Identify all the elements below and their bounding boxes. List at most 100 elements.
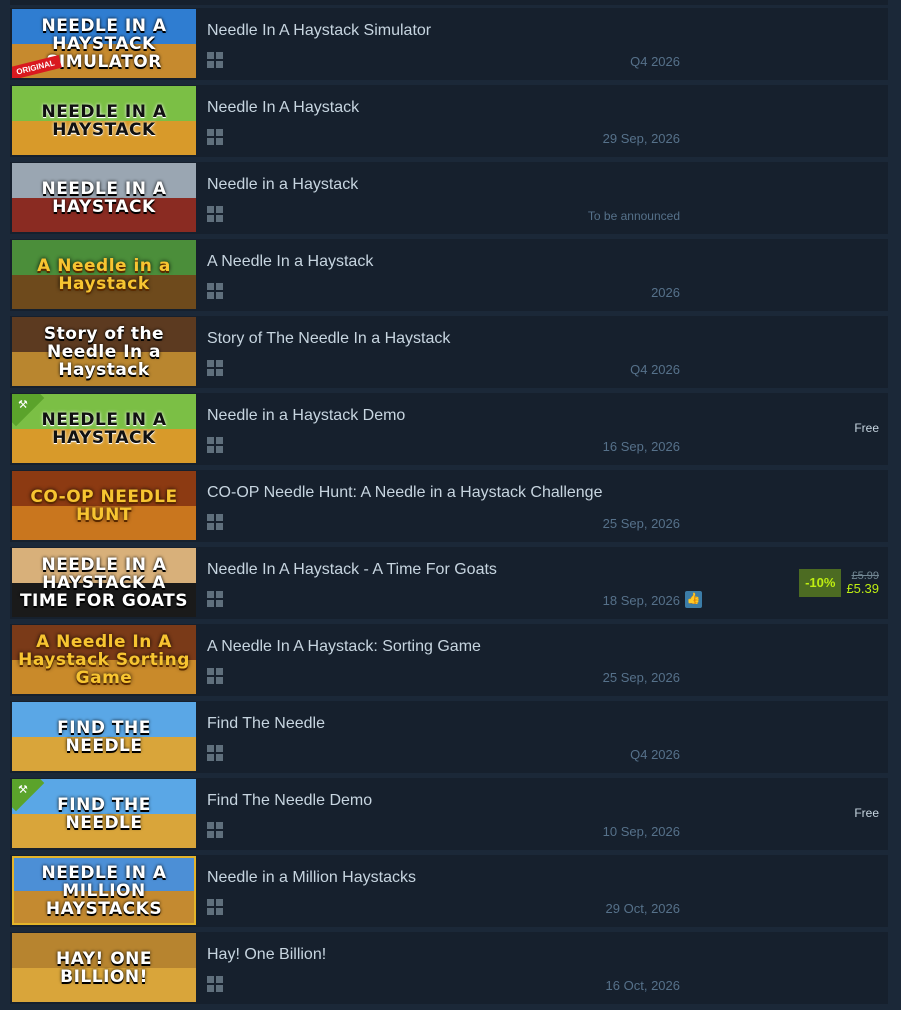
game-capsule-image: A Needle in a Haystack bbox=[12, 240, 196, 309]
game-capsule-image: NEEDLE IN A HAYSTACK bbox=[12, 163, 196, 232]
game-capsule-image: FIND THE NEEDLE ⚒ bbox=[12, 779, 196, 848]
windows-pane bbox=[216, 437, 223, 444]
game-capsule-image: FIND THE NEEDLE bbox=[12, 702, 196, 771]
price-label: Free bbox=[854, 806, 879, 820]
windows-pane bbox=[216, 831, 223, 838]
windows-icon bbox=[207, 360, 223, 376]
windows-pane bbox=[216, 215, 223, 222]
windows-pane bbox=[207, 61, 214, 68]
windows-pane bbox=[216, 822, 223, 829]
game-capsule-image: NEEDLE IN A HAYSTACK bbox=[12, 86, 196, 155]
game-capsule-image: NEEDLE IN A HAYSTACK ⚒ bbox=[12, 394, 196, 463]
windows-pane bbox=[216, 677, 223, 684]
price-label: Free bbox=[854, 421, 879, 435]
capsule-logo-text: NEEDLE IN A HAYSTACK bbox=[41, 101, 167, 140]
release-date: 25 Sep, 2026 bbox=[602, 670, 680, 685]
game-title: Story of The Needle In a Haystack bbox=[207, 330, 451, 347]
windows-pane bbox=[207, 369, 214, 376]
capsule-logo-text: CO-OP NEEDLE HUNT bbox=[30, 486, 178, 525]
windows-pane bbox=[207, 360, 214, 367]
windows-icon bbox=[207, 591, 223, 607]
windows-icon bbox=[207, 129, 223, 145]
windows-pane bbox=[216, 976, 223, 983]
release-date: Q4 2026 bbox=[630, 362, 680, 377]
release-date: 10 Sep, 2026 bbox=[602, 824, 680, 839]
result-row[interactable]: NEEDLE IN A MILLION HAYSTACKS Needle in a… bbox=[10, 855, 888, 927]
windows-pane bbox=[207, 668, 214, 675]
game-title: Needle in a Haystack Demo bbox=[207, 407, 406, 424]
capsule-logo-text: A Needle In A Haystack Sorting Game bbox=[18, 631, 190, 688]
windows-icon bbox=[207, 206, 223, 222]
demo-tools-icon: ⚒ bbox=[18, 399, 28, 411]
windows-pane bbox=[216, 668, 223, 675]
game-title: CO-OP Needle Hunt: A Needle in a Haystac… bbox=[207, 484, 603, 501]
windows-pane bbox=[207, 283, 214, 290]
game-capsule-image: NEEDLE IN A HAYSTACK SIMULATOR ORIGINAL bbox=[12, 9, 196, 78]
game-title: Needle in a Haystack bbox=[207, 176, 359, 193]
result-row[interactable]: NEEDLE IN A HAYSTACK ⚒ Needle in a Haystac… bbox=[10, 393, 888, 465]
windows-pane bbox=[207, 677, 214, 684]
search-results-list: NEEDLE IN A HAYSTACK SIMULATOR ORIGINAL Ne… bbox=[0, 0, 901, 1010]
game-capsule-image: NEEDLE IN A HAYSTACK A TIME FOR GOATS bbox=[12, 548, 196, 617]
game-title: Hay! One Billion! bbox=[207, 946, 327, 963]
result-row[interactable]: NEEDLE IN A HAYSTACK SIMULATOR ORIGINAL Ne… bbox=[10, 8, 888, 80]
windows-pane bbox=[216, 754, 223, 761]
result-row[interactable]: FIND THE NEEDLE ⚒ Find The Needle Demo 10 S… bbox=[10, 778, 888, 850]
windows-pane bbox=[216, 985, 223, 992]
windows-pane bbox=[216, 138, 223, 145]
capsule-logo-text: NEEDLE IN A HAYSTACK A TIME FOR GOATS bbox=[19, 554, 189, 611]
windows-pane bbox=[207, 206, 214, 213]
windows-pane bbox=[207, 899, 214, 906]
windows-pane bbox=[216, 523, 223, 530]
windows-icon bbox=[207, 283, 223, 299]
result-row[interactable]: CO-OP NEEDLE HUNT CO-OP Needle Hunt: A Ne… bbox=[10, 470, 888, 542]
result-row[interactable]: NEEDLE IN A HAYSTACK A TIME FOR GOATS Nee… bbox=[10, 547, 888, 619]
windows-pane bbox=[207, 437, 214, 444]
game-capsule-image: A Needle In A Haystack Sorting Game bbox=[12, 625, 196, 694]
game-title: Needle in a Million Haystacks bbox=[207, 869, 416, 886]
game-title: Needle In A Haystack - A Time For Goats bbox=[207, 561, 497, 578]
result-row[interactable]: Story of the Needle In a Haystack Story o… bbox=[10, 316, 888, 388]
windows-pane bbox=[207, 446, 214, 453]
windows-pane bbox=[216, 745, 223, 752]
game-title: A Needle In A Haystack: Sorting Game bbox=[207, 638, 481, 655]
windows-pane bbox=[216, 899, 223, 906]
release-date: 2026 bbox=[651, 285, 680, 300]
windows-pane bbox=[207, 822, 214, 829]
windows-icon bbox=[207, 52, 223, 68]
result-row[interactable]: NEEDLE IN A HAYSTACK Needle In A Haystack… bbox=[10, 85, 888, 157]
result-row[interactable]: NEEDLE IN A HAYSTACK Needle in a Haystack… bbox=[10, 162, 888, 234]
release-date: 16 Sep, 2026 bbox=[602, 439, 680, 454]
game-title: Find The Needle Demo bbox=[207, 792, 373, 809]
windows-icon bbox=[207, 899, 223, 915]
release-date: 29 Sep, 2026 bbox=[602, 131, 680, 146]
result-row[interactable]: A Needle In A Haystack Sorting Game A Nee… bbox=[10, 624, 888, 696]
release-date: 29 Oct, 2026 bbox=[605, 901, 680, 916]
game-title: Find The Needle bbox=[207, 715, 325, 732]
windows-icon bbox=[207, 822, 223, 838]
game-capsule-image: CO-OP NEEDLE HUNT bbox=[12, 471, 196, 540]
result-row[interactable]: FIND THE NEEDLE Find The Needle Q4 2026 bbox=[10, 701, 888, 773]
windows-pane bbox=[207, 600, 214, 607]
windows-pane bbox=[207, 215, 214, 222]
result-row[interactable]: HAY! ONE BILLION! Hay! One Billion! 16 Oct… bbox=[10, 932, 888, 1004]
windows-pane bbox=[207, 514, 214, 521]
game-capsule-image: HAY! ONE BILLION! bbox=[12, 933, 196, 1002]
release-date: To be announced bbox=[587, 209, 680, 223]
windows-icon bbox=[207, 745, 223, 761]
windows-icon bbox=[207, 437, 223, 453]
result-row[interactable]: A Needle in a Haystack A Needle In a Hays… bbox=[10, 239, 888, 311]
windows-pane bbox=[207, 591, 214, 598]
windows-pane bbox=[207, 745, 214, 752]
game-capsule-image: Story of the Needle In a Haystack bbox=[12, 317, 196, 386]
windows-pane bbox=[207, 129, 214, 136]
windows-pane bbox=[207, 976, 214, 983]
release-date: Q4 2026 bbox=[630, 747, 680, 762]
windows-pane bbox=[216, 292, 223, 299]
windows-pane bbox=[216, 908, 223, 915]
discount-prices: £5.99 £5.39 bbox=[841, 569, 879, 597]
capsule-logo-text: NEEDLE IN A HAYSTACK bbox=[41, 409, 167, 448]
game-title: Needle In A Haystack Simulator bbox=[207, 22, 432, 39]
windows-pane bbox=[207, 138, 214, 145]
release-date: 25 Sep, 2026 bbox=[602, 516, 680, 531]
